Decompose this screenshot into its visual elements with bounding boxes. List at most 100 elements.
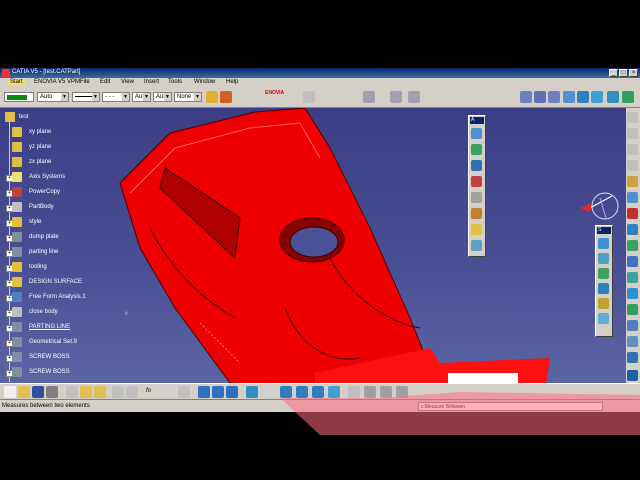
spline-icon[interactable]: [534, 91, 546, 103]
tree-item[interactable]: + PartBody: [2, 200, 112, 215]
project-icon[interactable]: [627, 176, 638, 187]
point-type-combo[interactable]: Aut ▼: [153, 92, 172, 102]
sweep-icon[interactable]: [598, 268, 609, 279]
menu-start[interactable]: Start: [8, 79, 25, 85]
paint-icon[interactable]: [206, 91, 218, 103]
offset-icon[interactable]: [598, 313, 609, 324]
iso-view-icon[interactable]: [328, 386, 340, 398]
pan-icon[interactable]: [226, 386, 238, 398]
linetype-combo[interactable]: - - - ▼: [102, 92, 130, 102]
workbench-icon[interactable]: [627, 370, 638, 381]
rotate-tool-icon[interactable]: [627, 304, 638, 315]
curve-icon[interactable]: [548, 91, 560, 103]
line-weight-combo[interactable]: Auto ▼: [37, 92, 69, 102]
boundary-icon[interactable]: [627, 272, 638, 283]
line-tool-icon[interactable]: [520, 91, 532, 103]
tree-item[interactable]: + SCREW BOSS: [2, 365, 112, 380]
multi-section-icon[interactable]: [598, 283, 609, 294]
comment-icon[interactable]: [160, 386, 172, 398]
porcupine-icon[interactable]: [471, 208, 482, 219]
tree-item[interactable]: + dump plate: [2, 230, 112, 245]
extrude-icon[interactable]: [607, 91, 619, 103]
zoom-out-icon[interactable]: [296, 386, 308, 398]
distance-analysis-icon[interactable]: [471, 176, 482, 187]
sketch-icon[interactable]: [627, 112, 638, 123]
cut-icon[interactable]: [66, 386, 78, 398]
tree-item[interactable]: + DESIGN SURFACE: [2, 275, 112, 290]
curvature-icon[interactable]: [471, 160, 482, 171]
fit-all-icon[interactable]: [212, 386, 224, 398]
color-selector[interactable]: [4, 92, 34, 102]
normal-view-icon[interactable]: [312, 386, 324, 398]
layer-combo[interactable]: None ▼: [174, 92, 202, 102]
compass-tool-icon[interactable]: [363, 91, 375, 103]
render-icon[interactable]: [396, 386, 408, 398]
menu-tools[interactable]: Tools: [168, 79, 182, 85]
menu-window[interactable]: Window: [194, 79, 215, 85]
undo-icon[interactable]: [112, 386, 124, 398]
tree-item[interactable]: + tooling: [2, 260, 112, 275]
fill-surface-icon[interactable]: [598, 253, 609, 264]
menu-view[interactable]: View: [121, 79, 134, 85]
tree-item[interactable]: + Free Form Analysis.1: [2, 290, 112, 305]
menu-enovia[interactable]: ENOVIA V5 VPM: [34, 79, 80, 85]
zoom-in-icon[interactable]: [280, 386, 292, 398]
floating-toolbar-analysis[interactable]: A: [468, 115, 486, 257]
intersect-icon[interactable]: [627, 192, 638, 203]
measure-item-icon[interactable]: [262, 386, 274, 398]
thickness-combo[interactable]: Aut ▼: [132, 92, 151, 102]
fill-icon[interactable]: [577, 91, 589, 103]
tree-item[interactable]: xy plane: [2, 125, 112, 140]
close-button[interactable]: ×: [629, 69, 638, 77]
menu-edit[interactable]: Edit: [100, 79, 110, 85]
blend-icon[interactable]: [598, 298, 609, 309]
formula-label[interactable]: fo: [146, 388, 151, 394]
view-icon[interactable]: [622, 91, 634, 103]
hide-show-icon[interactable]: [364, 386, 376, 398]
symmetry-icon[interactable]: [627, 320, 638, 331]
surface-icon[interactable]: [563, 91, 575, 103]
tree-item[interactable]: + style: [2, 215, 112, 230]
layout-icon[interactable]: [390, 91, 402, 103]
menu-help[interactable]: Help: [226, 79, 238, 85]
affinity-icon[interactable]: [627, 352, 638, 363]
surface-tool-icon[interactable]: [598, 238, 609, 249]
new-icon[interactable]: [4, 386, 16, 398]
tree-item[interactable]: zx plane: [2, 155, 112, 170]
menu-file[interactable]: File: [80, 79, 90, 85]
join-icon[interactable]: [627, 224, 638, 235]
tree-item[interactable]: yz plane: [2, 140, 112, 155]
line-icon[interactable]: [627, 144, 638, 155]
tree-item[interactable]: + close body: [2, 305, 112, 320]
shading-icon[interactable]: [348, 386, 360, 398]
minimize-button[interactable]: _: [609, 69, 618, 77]
tree-item[interactable]: + Geometrical Set.9: [2, 335, 112, 350]
rotate-icon[interactable]: [591, 91, 603, 103]
connect-checker-icon[interactable]: [471, 192, 482, 203]
maximize-button[interactable]: □: [619, 69, 628, 77]
brush-icon[interactable]: [220, 91, 232, 103]
reflect-lines-icon[interactable]: [471, 240, 482, 251]
tree-root[interactable]: test: [2, 110, 112, 125]
tree-item[interactable]: + PowerCopy: [2, 185, 112, 200]
scaling-icon[interactable]: [627, 336, 638, 347]
analysis-tool-icon[interactable]: [471, 128, 482, 139]
point-icon[interactable]: [627, 128, 638, 139]
open-icon[interactable]: [18, 386, 30, 398]
fly-mode-icon[interactable]: [198, 386, 210, 398]
paste-icon[interactable]: [94, 386, 106, 398]
swap-space-icon[interactable]: [380, 386, 392, 398]
draft-analysis-icon[interactable]: [471, 144, 482, 155]
redo-icon[interactable]: [126, 386, 138, 398]
split-icon[interactable]: [627, 240, 638, 251]
highlight-icon[interactable]: [471, 224, 482, 235]
line-sample-combo[interactable]: ▼: [72, 92, 100, 102]
3d-viewport[interactable]: × test xy plane yz plane zx plane + Axis …: [0, 108, 640, 393]
tree-item[interactable]: + SCREW BOSS: [2, 350, 112, 365]
translate-icon[interactable]: [627, 288, 638, 299]
save-icon[interactable]: [32, 386, 44, 398]
plane-tool-icon[interactable]: [627, 160, 638, 171]
tree-item[interactable]: + parting line: [2, 245, 112, 260]
extract-icon[interactable]: [627, 208, 638, 219]
trim-icon[interactable]: [627, 256, 638, 267]
